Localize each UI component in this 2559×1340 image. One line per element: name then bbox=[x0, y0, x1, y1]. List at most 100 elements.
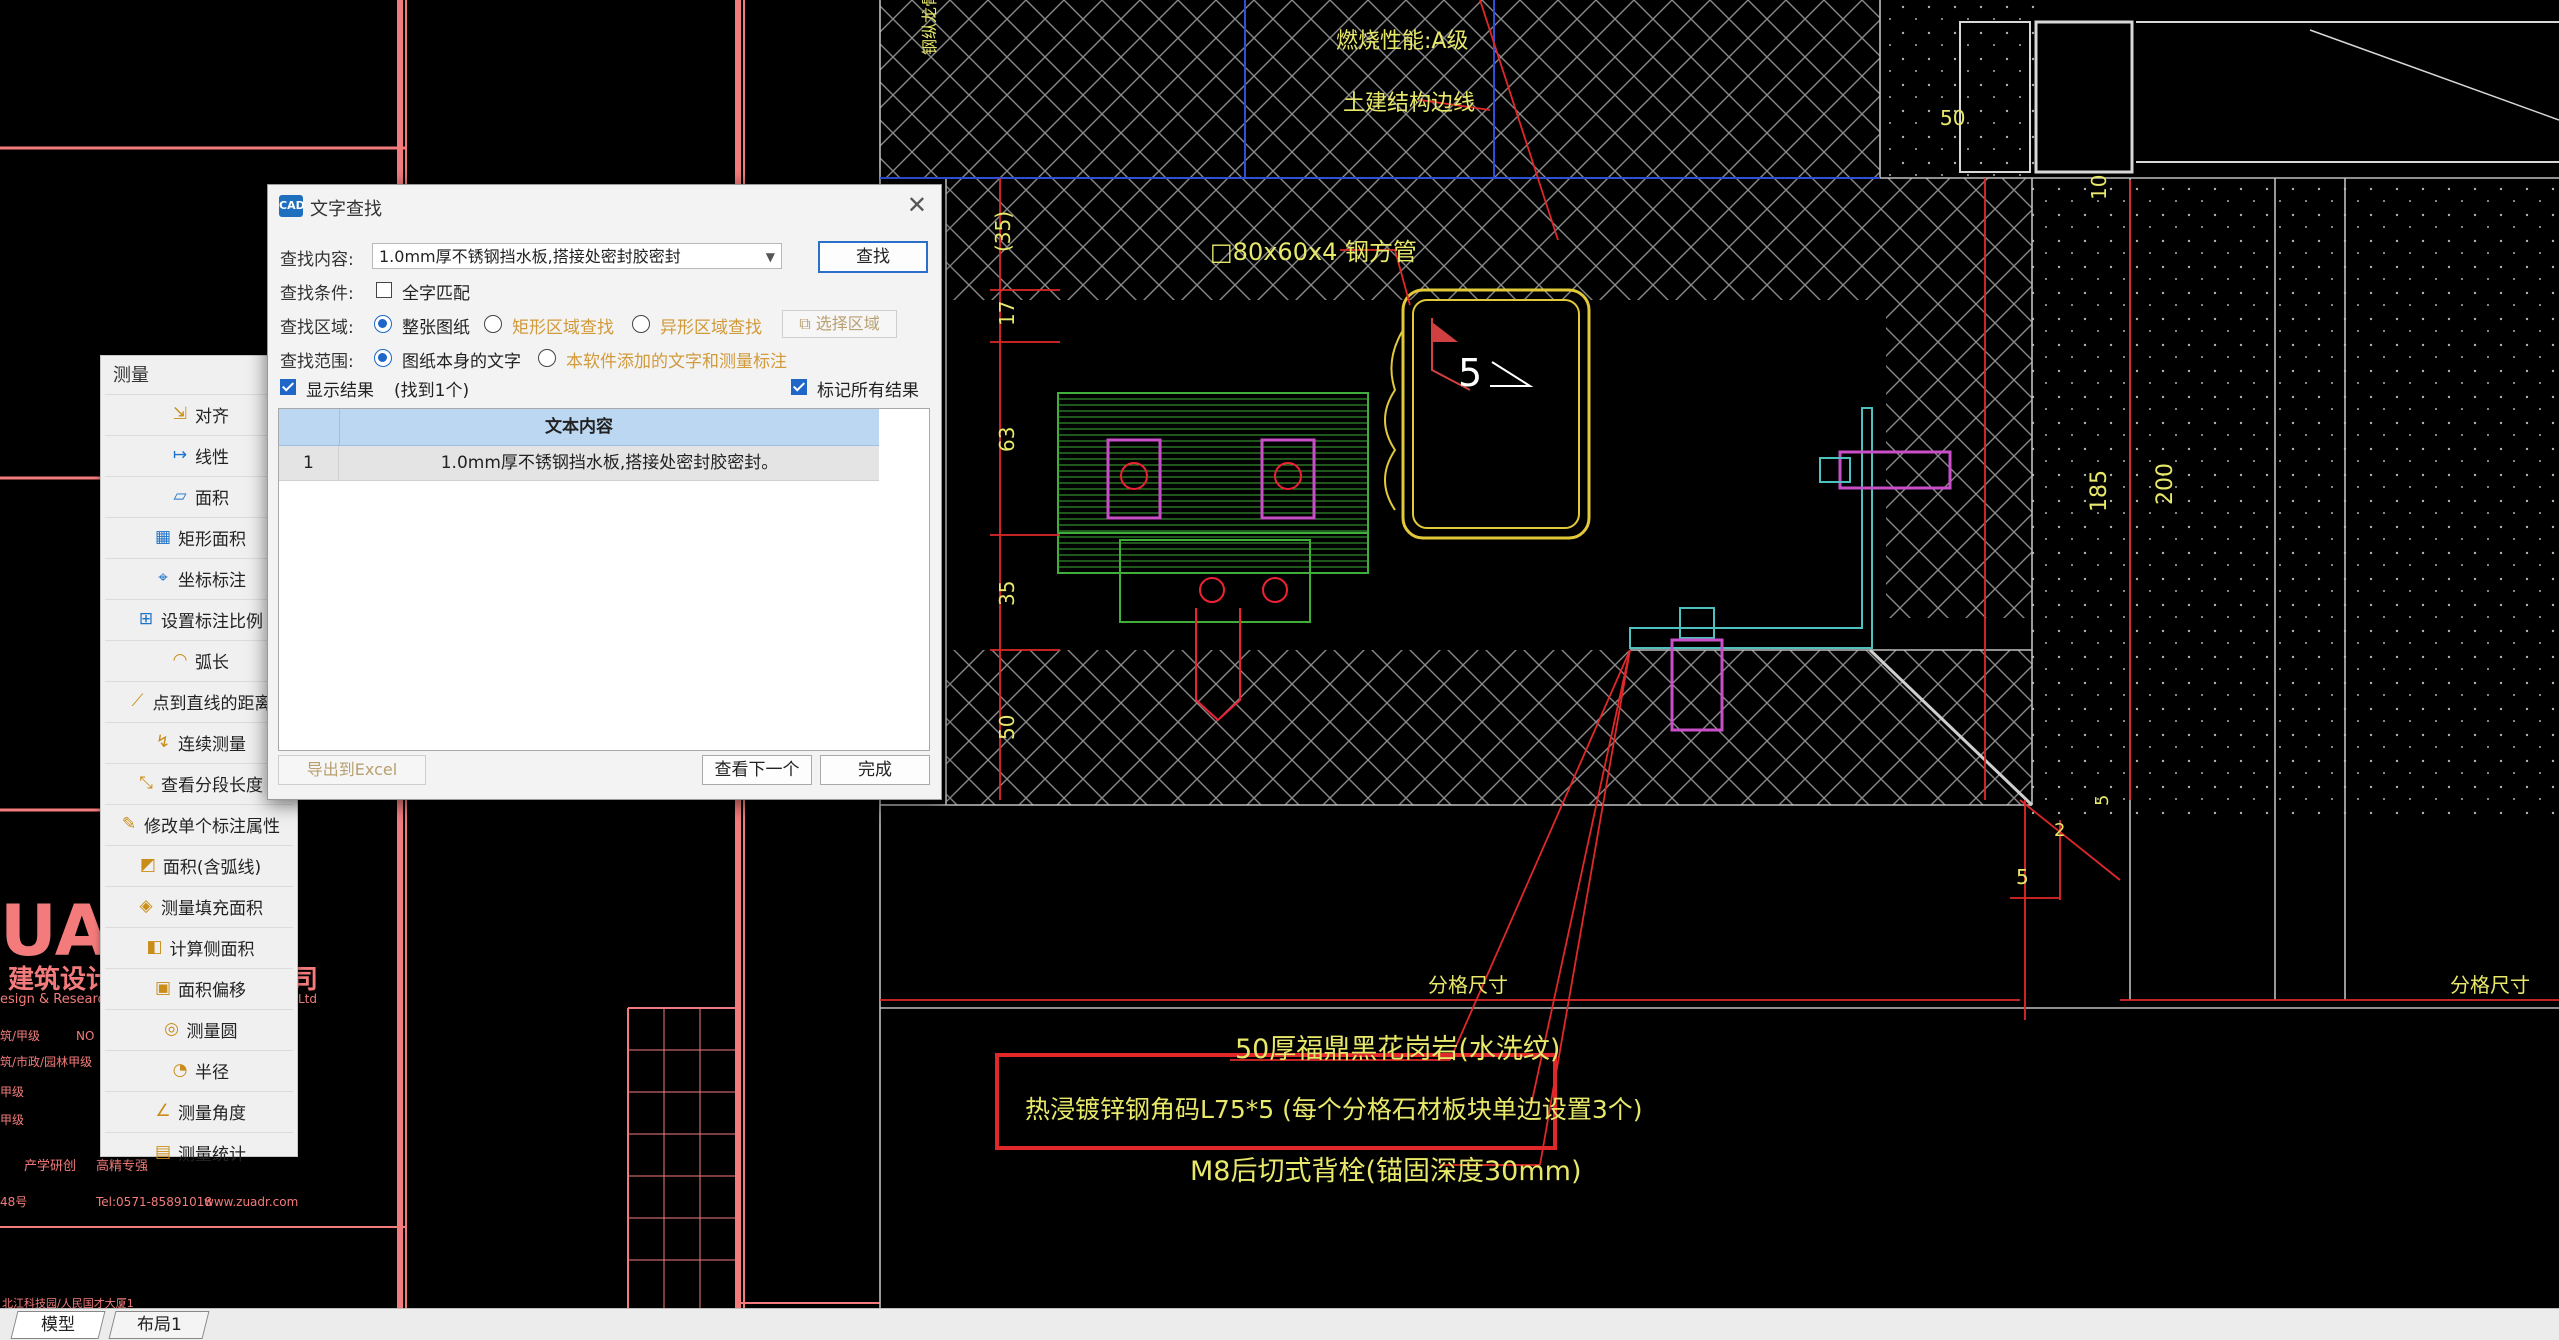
measure-continuous-button[interactable]: ↯ 连续测量 bbox=[105, 722, 293, 761]
arc-area-icon: ◩ bbox=[139, 855, 156, 875]
title-block-line: 筑/甲级 bbox=[0, 1028, 40, 1043]
measure-angle-button[interactable]: ∠ 测量角度 bbox=[105, 1091, 293, 1130]
angle-icon: ∠ bbox=[155, 1101, 171, 1121]
measure-coordinate-button[interactable]: ⌖ 坐标标注 bbox=[105, 558, 293, 597]
find-content-combo[interactable]: 1.0mm厚不锈钢挡水板,搭接处密封胶密封 ▼ bbox=[372, 243, 782, 269]
align-icon: ⇲ bbox=[172, 404, 188, 424]
row-text: 1.0mm厚不锈钢挡水板,搭接处密封胶密封。 bbox=[440, 453, 779, 473]
title-block-web: www.zuadr.com bbox=[204, 1195, 298, 1209]
tab-layout1[interactable]: 布局1 bbox=[108, 1311, 210, 1339]
title-block-line: 甲级 bbox=[0, 1085, 24, 1099]
scale-icon: ⊞ bbox=[138, 609, 154, 629]
measure-area-button[interactable]: ▱ 面积 bbox=[105, 476, 293, 515]
measure-area-offset-button[interactable]: ▣ 面积偏移 bbox=[105, 968, 293, 1007]
measure-segment-button[interactable]: ⤡ 查看分段长度 bbox=[105, 763, 293, 802]
area-option-label: 异形区域查找 bbox=[660, 318, 762, 338]
find-condition-label: 查找条件: bbox=[280, 284, 354, 304]
fire-rating-label: 燃烧性能:A级 bbox=[1336, 29, 1468, 54]
dialog-titlebar[interactable]: CAD 文字查找 ✕ bbox=[268, 185, 941, 227]
scope-drawing-radio[interactable] bbox=[374, 349, 392, 367]
area-option-label: 整张图纸 bbox=[402, 318, 470, 338]
results-table-header: 文本内容 bbox=[279, 409, 879, 446]
text-find-dialog: CAD 文字查找 ✕ 查找内容: 1.0mm厚不锈钢挡水板,搭接处密封胶密封 ▼… bbox=[267, 184, 942, 800]
measure-arc-area-button[interactable]: ◩ 面积(含弧线) bbox=[105, 845, 293, 884]
measure-item-label: 设置标注比例 bbox=[161, 611, 263, 632]
measure-item-label: 坐标标注 bbox=[178, 570, 246, 591]
measure-arc-button[interactable]: ◠ 弧长 bbox=[105, 640, 293, 679]
title-block-company-en-suffix: Ltd bbox=[298, 992, 317, 1006]
side-area-icon: ◧ bbox=[146, 937, 163, 957]
title-block-company: 建筑设计 bbox=[8, 964, 112, 995]
show-results-checkbox[interactable] bbox=[280, 379, 296, 395]
index-column-header bbox=[279, 409, 340, 445]
dim-label: 50 bbox=[995, 715, 1019, 740]
scope-added-radio[interactable] bbox=[538, 349, 556, 367]
measure-linear-button[interactable]: ↦ 线性 bbox=[105, 435, 293, 474]
angle-steel-label: 热浸镀锌钢角码L75*5 (每个分格石材板块单边设置3个) bbox=[1025, 1095, 1643, 1124]
vertical-note-label: 钢纵龙骨 bbox=[920, 0, 939, 55]
close-icon[interactable]: ✕ bbox=[907, 191, 927, 219]
measure-radius-button[interactable]: ◔ 半径 bbox=[105, 1050, 293, 1089]
point-line-icon: ⟋ bbox=[131, 691, 144, 711]
tab-label: 布局1 bbox=[136, 1315, 182, 1335]
tab-label: 模型 bbox=[41, 1315, 75, 1335]
app-logo-icon: CAD bbox=[279, 195, 305, 217]
measure-side-area-button[interactable]: ◧ 计算侧面积 bbox=[105, 927, 293, 966]
measure-hatch-area-button[interactable]: ◈ 测量填充面积 bbox=[105, 886, 293, 925]
grid-size-label: 分格尺寸 bbox=[2450, 973, 2530, 997]
area-irregular-radio[interactable] bbox=[632, 315, 650, 333]
hatch-area-icon: ◈ bbox=[139, 896, 153, 916]
whole-word-checkbox[interactable] bbox=[376, 282, 392, 298]
anchor-bolt-label: M8后切式背栓(锚固深度30mm) bbox=[1190, 1156, 1582, 1187]
done-button[interactable]: 完成 bbox=[820, 755, 930, 785]
title-block-line: 甲级 bbox=[0, 1113, 24, 1127]
area-offset-icon: ▣ bbox=[154, 978, 172, 998]
measure-item-label: 点到直线的距离 bbox=[152, 693, 272, 714]
grid-size-label: 分格尺寸 bbox=[1428, 973, 1508, 997]
scope-option-label: 图纸本身的文字 bbox=[402, 352, 521, 372]
measure-point-line-button[interactable]: ⟋ 点到直线的距离 bbox=[105, 681, 293, 720]
title-block-line: 产学研创 bbox=[24, 1158, 76, 1174]
measure-align-button[interactable]: ⇲ 对齐 bbox=[105, 394, 293, 433]
table-row[interactable]: 1 1.0mm厚不锈钢挡水板,搭接处密封胶密封。 bbox=[279, 446, 879, 481]
dialog-title: 文字查找 bbox=[310, 199, 382, 220]
show-results-label: 显示结果 bbox=[306, 381, 374, 401]
measure-edit-dim-button[interactable]: ✎ 修改单个标注属性 bbox=[105, 804, 293, 843]
find-content-label: 查找内容: bbox=[280, 250, 354, 270]
measure-circle-button[interactable]: ◎ 测量圆 bbox=[105, 1009, 293, 1048]
measure-item-label: 测量角度 bbox=[178, 1103, 246, 1124]
select-area-icon: ⧉ bbox=[799, 314, 816, 333]
mark-all-checkbox[interactable] bbox=[791, 379, 807, 395]
scope-option-label: 本软件添加的文字和测量标注 bbox=[566, 352, 787, 372]
title-block-tel: Tel:0571-85891018 bbox=[95, 1195, 212, 1209]
measure-item-label: 半径 bbox=[195, 1062, 229, 1083]
stats-icon: ▤ bbox=[154, 1142, 172, 1162]
top-right-steel bbox=[1959, 20, 2559, 174]
steel-tube-label: □80x60x4 钢方管 bbox=[1210, 238, 1417, 266]
measure-rect-area-button[interactable]: ▦ 矩形面积 bbox=[105, 517, 293, 556]
export-excel-button[interactable]: 导出到Excel bbox=[278, 755, 426, 785]
title-block-company-en: esign & Research bbox=[0, 992, 113, 1007]
next-result-button[interactable]: 查看下一个 bbox=[702, 755, 812, 785]
dim-label: 5 bbox=[2016, 865, 2029, 889]
tab-model[interactable]: 模型 bbox=[10, 1311, 106, 1339]
measure-item-label: 修改单个标注属性 bbox=[144, 816, 280, 837]
dim-label: 50 bbox=[1940, 106, 1965, 130]
area-option-label: 矩形区域查找 bbox=[512, 318, 614, 338]
weld-size-label: 5 bbox=[1458, 351, 1482, 395]
dim-label: 35 bbox=[995, 581, 1019, 606]
measure-item-label: 弧长 bbox=[195, 652, 229, 673]
arc-icon: ◠ bbox=[172, 650, 188, 670]
measure-stats-button[interactable]: ▤ 测量统计 bbox=[105, 1132, 293, 1171]
dim-label: (35) bbox=[991, 211, 1015, 252]
select-area-label: 选择区域 bbox=[815, 314, 880, 333]
results-table: 文本内容 1 1.0mm厚不锈钢挡水板,搭接处密封胶密封。 bbox=[278, 408, 930, 751]
area-rect-radio[interactable] bbox=[484, 315, 502, 333]
dim-label: 63 bbox=[995, 427, 1019, 452]
chevron-down-icon[interactable]: ▼ bbox=[766, 244, 775, 268]
measure-scale-button[interactable]: ⊞ 设置标注比例 bbox=[105, 599, 293, 638]
area-whole-radio[interactable] bbox=[374, 315, 392, 333]
find-button[interactable]: 查找 bbox=[818, 241, 928, 273]
title-block-bottom: 48号 bbox=[0, 1195, 27, 1209]
select-area-button[interactable]: ⧉ 选择区域 bbox=[782, 310, 897, 338]
